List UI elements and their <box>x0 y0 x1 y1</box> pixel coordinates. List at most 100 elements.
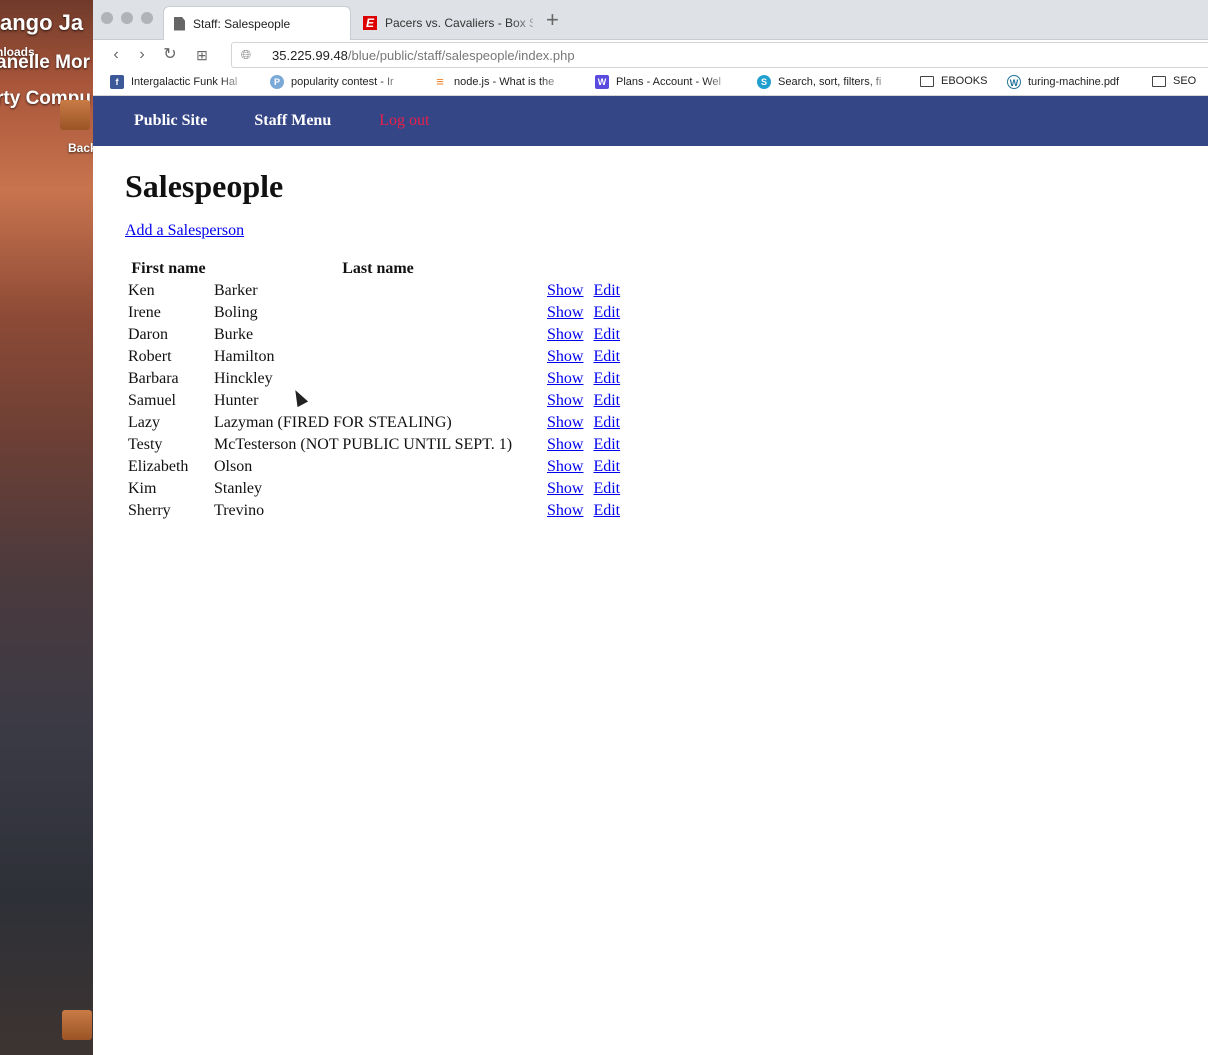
bookmark-ebooks[interactable]: EBOOKS <box>920 75 987 87</box>
edit-link[interactable]: Edit <box>593 326 620 343</box>
maximize-window-button[interactable] <box>141 12 153 24</box>
cell-first-name: Kim <box>128 480 157 497</box>
facebook-icon: f <box>110 75 124 89</box>
cell-last-name: Hamilton <box>214 348 275 365</box>
cell-last-name: Burke <box>214 326 254 343</box>
cell-show: Show <box>546 456 589 478</box>
bookmarks-bar: f Intergalactic Funk Hal P popularity co… <box>93 70 1208 96</box>
nav-log-out[interactable]: Log out <box>379 112 429 130</box>
edit-link[interactable]: Edit <box>593 304 620 321</box>
site-navigation: Public Site Staff Menu Log out <box>93 96 1208 146</box>
cell-first-name: Barbara <box>128 370 179 387</box>
show-link[interactable]: Show <box>547 282 583 299</box>
tab-title: Staff: Salespeople <box>193 16 291 31</box>
cell-last-name: Lazyman (FIRED FOR STEALING) <box>214 414 452 431</box>
edit-link[interactable]: Edit <box>593 502 620 519</box>
bookmark-label: Plans - Account - Wel <box>616 76 721 88</box>
show-link[interactable]: Show <box>547 304 583 321</box>
bookmark-seo[interactable]: SEO <box>1152 75 1196 87</box>
column-header-last-name: Last name <box>342 260 414 277</box>
bookmark-label: EBOOKS <box>941 75 988 87</box>
show-link[interactable]: Show <box>547 480 583 497</box>
back-arrow-icon[interactable]: ‹ <box>105 44 127 66</box>
reload-icon[interactable]: ↻ <box>159 44 181 66</box>
cell-show: Show <box>546 478 589 500</box>
bookmark-intergalactic[interactable]: f Intergalactic Funk Hal <box>110 75 248 89</box>
edit-link[interactable]: Edit <box>593 392 620 409</box>
new-tab-button[interactable]: + <box>546 8 559 32</box>
add-salesperson-link[interactable]: Add a Salesperson <box>125 222 244 240</box>
show-link[interactable]: Show <box>547 458 583 475</box>
show-link[interactable]: Show <box>547 326 583 343</box>
bookmark-label: Intergalactic Funk Hal <box>131 76 238 88</box>
nav-staff-menu[interactable]: Staff Menu <box>254 112 331 130</box>
cell-first-name: Elizabeth <box>128 458 189 475</box>
desktop-folder-icon[interactable] <box>60 100 90 130</box>
main-content: Salespeople Add a Salesperson First name… <box>93 167 1208 522</box>
cell-first-name: Irene <box>128 304 161 321</box>
bookmark-search-sort[interactable]: S Search, sort, filters, fi <box>757 75 895 89</box>
bookmark-turing-machine[interactable]: W turing-machine.pdf <box>1007 75 1119 89</box>
bookmark-label: popularity contest - Ir <box>291 76 394 88</box>
cell-first-name: Daron <box>128 326 168 343</box>
table-row: Elizabeth Olson Show Edit <box>127 456 626 478</box>
apps-grid-icon[interactable]: ⊞ <box>191 44 213 66</box>
tab-pacers-cavaliers[interactable]: E Pacers vs. Cavaliers - Box Sc <box>353 6 533 40</box>
tab-title: Pacers vs. Cavaliers - Box Sc <box>385 16 533 30</box>
cell-last-name: Hinckley <box>214 370 273 387</box>
column-header-empty <box>546 258 589 280</box>
cell-edit: Edit <box>592 412 626 434</box>
cell-last-name: Stanley <box>214 480 262 497</box>
cell-first-name: Lazy <box>128 414 160 431</box>
cell-first-name: Sherry <box>128 502 171 519</box>
cell-show: Show <box>546 302 589 324</box>
page-content: Public Site Staff Menu Log out Salespeop… <box>93 96 1208 1055</box>
show-link[interactable]: Show <box>547 392 583 409</box>
desktop-folder-icon[interactable] <box>62 1010 92 1040</box>
edit-link[interactable]: Edit <box>593 282 620 299</box>
cell-show: Show <box>546 346 589 368</box>
w-icon: W <box>595 75 609 89</box>
table-row: Robert Hamilton Show Edit <box>127 346 626 368</box>
cell-show: Show <box>546 280 589 302</box>
folder-icon <box>920 75 934 87</box>
stackoverflow-icon: ≡ <box>436 75 444 89</box>
cell-edit: Edit <box>592 478 626 500</box>
edit-link[interactable]: Edit <box>593 414 620 431</box>
cell-edit: Edit <box>592 302 626 324</box>
salespeople-table: First name Last name Ken Barker Show Edit Ir… <box>124 258 629 522</box>
globe-icon: 🌐︎ <box>240 47 252 62</box>
table-row: Samuel Hunter Show Edit <box>127 390 626 412</box>
document-icon <box>174 16 185 31</box>
cell-last-name: Boling <box>214 304 258 321</box>
show-link[interactable]: Show <box>547 370 583 387</box>
table-row: Barbara Hinckley Show Edit <box>127 368 626 390</box>
cell-first-name: Ken <box>128 282 155 299</box>
tab-staff-salespeople[interactable]: Staff: Salespeople <box>163 6 351 40</box>
cell-show: Show <box>546 412 589 434</box>
cell-last-name: Hunter <box>214 392 259 409</box>
bookmark-label: node.js - What is the <box>454 76 555 88</box>
edit-link[interactable]: Edit <box>593 480 620 497</box>
url-host: 35.225.99.48 <box>272 47 348 63</box>
bookmark-plans-account[interactable]: W Plans - Account - Wel <box>595 75 733 89</box>
nav-public-site[interactable]: Public Site <box>134 112 207 130</box>
edit-link[interactable]: Edit <box>593 370 620 387</box>
address-bar[interactable]: 🌐︎ 35.225.99.48/blue/public/staff/salesp… <box>231 42 1208 68</box>
show-link[interactable]: Show <box>547 414 583 431</box>
cell-last-name: McTesterson (NOT PUBLIC UNTIL SEPT. 1) <box>214 436 513 453</box>
edit-link[interactable]: Edit <box>593 436 620 453</box>
cell-edit: Edit <box>592 346 626 368</box>
minimize-window-button[interactable] <box>121 12 133 24</box>
close-window-button[interactable] <box>101 12 113 24</box>
desktop-label: anelle Mor <box>0 52 90 73</box>
edit-link[interactable]: Edit <box>593 458 620 475</box>
bookmark-popularity-contest[interactable]: P popularity contest - Ir <box>270 75 408 89</box>
table-row: Kim Stanley Show Edit <box>127 478 626 500</box>
show-link[interactable]: Show <box>547 348 583 365</box>
show-link[interactable]: Show <box>547 502 583 519</box>
edit-link[interactable]: Edit <box>593 348 620 365</box>
bookmark-nodejs[interactable]: ≡ node.js - What is the <box>433 75 567 89</box>
forward-arrow-icon[interactable]: › <box>131 44 153 66</box>
show-link[interactable]: Show <box>547 436 583 453</box>
